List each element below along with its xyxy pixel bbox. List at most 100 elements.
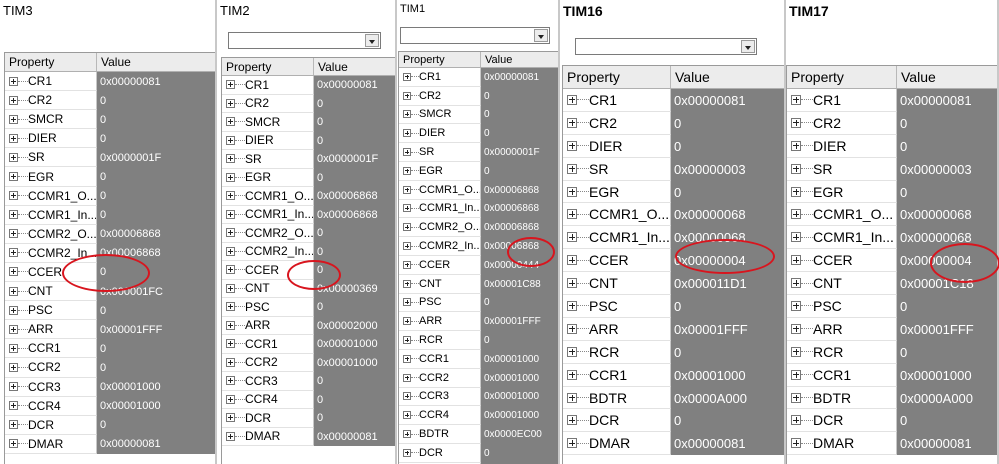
expand-plus-icon[interactable] [791,94,801,105]
expand-plus-icon[interactable] [791,300,801,311]
register-row-cr2[interactable]: CR2 0 [787,111,997,135]
value-column-header[interactable]: Value [97,53,215,71]
register-row-arr[interactable]: ARR 0x00001FFF [563,317,784,341]
expand-plus-icon[interactable] [403,223,411,232]
register-row-dmar[interactable]: DMAR 0x00000081 [222,427,395,446]
register-row-sr[interactable]: SR 0x00000003 [563,157,784,181]
expand-plus-icon[interactable] [403,336,411,345]
expand-plus-icon[interactable] [403,392,411,401]
register-row-sr[interactable]: SR 0x0000001F [222,150,395,169]
expand-plus-icon[interactable] [403,354,411,363]
register-row-smcr[interactable]: SMCR 0 [5,110,215,130]
register-row-psc[interactable]: PSC 0 [787,295,997,318]
register-row-dmar[interactable]: DMAR 0x00000081 [787,432,997,456]
expand-plus-icon[interactable] [226,228,235,238]
expand-plus-icon[interactable] [791,392,801,403]
register-row-dier[interactable]: DIER 0 [563,134,784,158]
register-row-rcr[interactable]: RCR 0 [399,331,558,350]
register-row-sr[interactable]: SR 0x0000001F [5,148,215,168]
register-row-bdtr[interactable]: BDTR 0x0000A000 [787,386,997,410]
expand-plus-icon[interactable] [403,298,411,307]
register-row-dmar[interactable]: DMAR 0x00000081 [563,432,784,456]
expand-plus-icon[interactable] [567,392,577,403]
expand-plus-icon[interactable] [791,415,801,426]
register-row-ccmr2in[interactable]: CCMR2_In... 0 [222,242,395,261]
value-column-header[interactable]: Value [481,52,558,67]
expand-plus-icon[interactable] [226,191,235,201]
expand-plus-icon[interactable] [226,154,235,164]
expand-plus-icon[interactable] [567,163,577,174]
register-row-rcr[interactable]: RCR 0 [787,340,997,364]
register-row-ccr1[interactable]: CCR1 0 [5,339,215,359]
expand-plus-icon[interactable] [403,430,411,439]
expand-plus-icon[interactable] [226,302,235,312]
register-row-ccr2[interactable]: CCR2 0x00001000 [399,368,558,388]
property-column-header[interactable]: Property [563,66,671,88]
register-row-ccr2[interactable]: CCR2 0x00001000 [222,353,395,372]
chevron-down-icon[interactable] [741,40,755,53]
expand-plus-icon[interactable] [567,346,577,357]
expand-plus-icon[interactable] [567,323,577,334]
register-row-cnt[interactable]: CNT 0x000011D1 [563,272,784,296]
expand-plus-icon[interactable] [226,376,235,386]
expand-plus-icon[interactable] [226,357,235,367]
expand-plus-icon[interactable] [9,95,18,105]
expand-plus-icon[interactable] [791,117,801,128]
register-row-cr1[interactable]: CR1 0x00000081 [563,89,784,112]
register-row-egr[interactable]: EGR 0 [787,180,997,204]
register-row-cr1[interactable]: CR1 0x00000081 [399,68,558,87]
expand-plus-icon[interactable] [403,411,411,420]
expand-plus-icon[interactable] [9,76,18,86]
register-row-ccmr1o[interactable]: CCMR1_O... 0x00006868 [222,187,395,206]
expand-plus-icon[interactable] [791,346,801,357]
expand-plus-icon[interactable] [791,140,801,151]
property-column-header[interactable]: Property [222,58,314,75]
expand-plus-icon[interactable] [403,91,411,100]
expand-plus-icon[interactable] [403,279,411,288]
register-row-ccmr2o[interactable]: CCMR2_O... 0x00006868 [5,224,215,244]
expand-plus-icon[interactable] [567,415,577,426]
expand-plus-icon[interactable] [403,373,411,382]
expand-plus-icon[interactable] [226,117,235,127]
register-row-sr[interactable]: SR 0x0000001F [399,143,558,162]
expand-plus-icon[interactable] [9,133,18,143]
expand-plus-icon[interactable] [567,232,577,243]
register-row-cnt[interactable]: CNT 0x00001C88 [399,274,558,294]
register-row-cr2[interactable]: CR2 0 [563,111,784,135]
value-column-header[interactable]: Value [314,58,395,75]
register-select[interactable] [228,32,381,49]
expand-plus-icon[interactable] [226,80,235,90]
expand-plus-icon[interactable] [226,431,235,441]
expand-plus-icon[interactable] [567,438,577,449]
expand-plus-icon[interactable] [791,438,801,449]
register-row-egr[interactable]: EGR 0 [563,180,784,204]
register-row-dier[interactable]: DIER 0 [399,124,558,144]
expand-plus-icon[interactable] [9,382,18,392]
expand-plus-icon[interactable] [9,286,18,296]
register-row-ccmr2o[interactable]: CCMR2_O... 0 [222,224,395,243]
expand-plus-icon[interactable] [791,163,801,174]
register-row-ccr3[interactable]: CCR3 0 [222,372,395,391]
register-row-bdtr[interactable]: BDTR 0x0000A000 [563,386,784,410]
expand-plus-icon[interactable] [791,255,801,266]
expand-plus-icon[interactable] [791,369,801,380]
expand-plus-icon[interactable] [226,283,235,293]
expand-plus-icon[interactable] [567,117,577,128]
expand-plus-icon[interactable] [403,166,411,175]
expand-plus-icon[interactable] [9,210,18,220]
expand-plus-icon[interactable] [226,413,235,423]
expand-plus-icon[interactable] [567,140,577,151]
expand-plus-icon[interactable] [9,439,18,449]
register-row-cr2[interactable]: CR2 0 [5,91,215,111]
register-select[interactable] [575,38,757,55]
register-row-ccmr2o[interactable]: CCMR2_O... 0x00006868 [399,218,558,238]
expand-plus-icon[interactable] [403,148,411,157]
register-row-dcr[interactable]: DCR 0 [563,409,784,433]
register-select[interactable] [400,27,550,44]
register-row-ccr4[interactable]: CCR4 0x00001000 [5,396,215,416]
expand-plus-icon[interactable] [9,343,18,353]
expand-plus-icon[interactable] [403,110,411,119]
expand-plus-icon[interactable] [403,185,411,194]
register-row-arr[interactable]: ARR 0x00001FFF [399,312,558,332]
expand-plus-icon[interactable] [791,232,801,243]
